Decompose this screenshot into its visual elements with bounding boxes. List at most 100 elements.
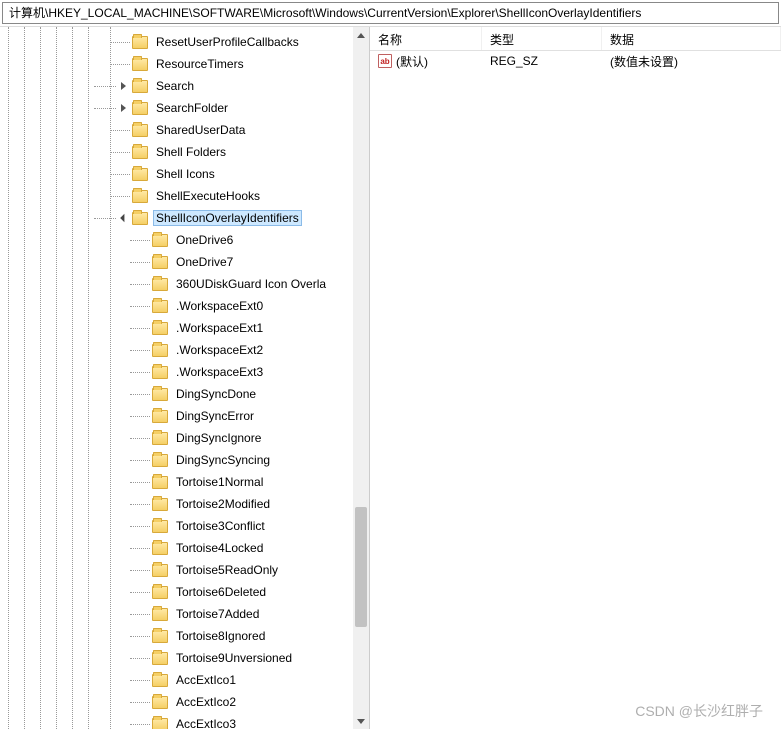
folder-icon <box>152 520 168 533</box>
tree-item-label: Shell Icons <box>153 166 218 182</box>
folder-icon <box>132 168 148 181</box>
expander-placeholder <box>136 717 150 729</box>
tree-item[interactable]: Tortoise8Ignored <box>0 625 353 647</box>
folder-icon <box>152 234 168 247</box>
folder-icon <box>152 542 168 555</box>
main-split: ResetUserProfileCallbacks ResourceTimers S… <box>0 26 781 729</box>
folder-icon <box>152 344 168 357</box>
tree-item-label: DingSyncDone <box>173 386 259 402</box>
tree-item[interactable]: Tortoise1Normal <box>0 471 353 493</box>
tree-item[interactable]: ResetUserProfileCallbacks <box>0 31 353 53</box>
tree-item-label: .WorkspaceExt3 <box>173 364 266 380</box>
value-data: (数值未设置) <box>610 55 678 69</box>
tree-item-label: AccExtIco3 <box>173 716 239 729</box>
tree-item-label: Shell Folders <box>153 144 229 160</box>
folder-icon <box>132 124 148 137</box>
tree-item-label: Tortoise8Ignored <box>173 628 268 644</box>
tree-item[interactable]: .WorkspaceExt0 <box>0 295 353 317</box>
tree-item[interactable]: 360UDiskGuard Icon Overla <box>0 273 353 295</box>
col-header-name[interactable]: 名称 <box>370 27 482 50</box>
folder-icon <box>132 190 148 203</box>
col-header-type[interactable]: 类型 <box>482 27 602 50</box>
tree-item[interactable]: AccExtIco1 <box>0 669 353 691</box>
tree-item[interactable]: OneDrive7 <box>0 251 353 273</box>
folder-icon <box>152 300 168 313</box>
chevron-right-icon[interactable] <box>116 101 130 115</box>
folder-icon <box>132 80 148 93</box>
folder-icon <box>152 388 168 401</box>
tree-item-label: SearchFolder <box>153 100 231 116</box>
tree-item[interactable]: Tortoise9Unversioned <box>0 647 353 669</box>
folder-icon <box>152 476 168 489</box>
tree-item[interactable]: Tortoise2Modified <box>0 493 353 515</box>
tree-item[interactable]: Tortoise4Locked <box>0 537 353 559</box>
tree-item[interactable]: AccExtIco2 <box>0 691 353 713</box>
tree-item[interactable]: ShellExecuteHooks <box>0 185 353 207</box>
tree-item[interactable]: SharedUserData <box>0 119 353 141</box>
folder-icon <box>152 718 168 730</box>
folder-icon <box>152 322 168 335</box>
tree-item[interactable]: Search <box>0 75 353 97</box>
chevron-down-icon[interactable] <box>116 211 130 225</box>
tree-item-label: Tortoise5ReadOnly <box>173 562 281 578</box>
folder-icon <box>152 696 168 709</box>
tree-item[interactable]: ResourceTimers <box>0 53 353 75</box>
folder-icon <box>152 630 168 643</box>
col-header-data[interactable]: 数据 <box>602 27 781 50</box>
folder-icon <box>152 410 168 423</box>
tree-item-label: Tortoise1Normal <box>173 474 266 490</box>
tree-item-label: OneDrive6 <box>173 232 236 248</box>
folder-icon <box>152 498 168 511</box>
folder-icon <box>152 454 168 467</box>
folder-icon <box>152 586 168 599</box>
tree-item[interactable]: DingSyncDone <box>0 383 353 405</box>
folder-icon <box>132 212 148 225</box>
list-header[interactable]: 名称 类型 数据 <box>370 27 781 51</box>
folder-icon <box>152 366 168 379</box>
tree-item[interactable]: Tortoise5ReadOnly <box>0 559 353 581</box>
tree-item[interactable]: SearchFolder <box>0 97 353 119</box>
reg-string-icon: ab <box>378 54 392 68</box>
value-name: (默认) <box>396 53 428 70</box>
value-row[interactable]: ab (默认) REG_SZ (数值未设置) <box>370 51 781 71</box>
folder-icon <box>152 652 168 665</box>
tree-pane[interactable]: ResetUserProfileCallbacks ResourceTimers S… <box>0 27 370 729</box>
tree-item-label: .WorkspaceExt1 <box>173 320 266 336</box>
tree-item[interactable]: .WorkspaceExt3 <box>0 361 353 383</box>
tree-item-label: Search <box>153 78 197 94</box>
tree-item-label: DingSyncError <box>173 408 257 424</box>
tree-item[interactable]: .WorkspaceExt2 <box>0 339 353 361</box>
tree-item[interactable]: Tortoise3Conflict <box>0 515 353 537</box>
tree-item[interactable]: AccExtIco3 <box>0 713 353 729</box>
tree-item-label: Tortoise4Locked <box>173 540 266 556</box>
scroll-down-button[interactable] <box>353 713 369 729</box>
tree-item[interactable]: Shell Folders <box>0 141 353 163</box>
value-type: REG_SZ <box>490 54 538 68</box>
tree-item[interactable]: Shell Icons <box>0 163 353 185</box>
folder-icon <box>132 36 148 49</box>
tree-scrollbar[interactable] <box>353 27 369 729</box>
folder-icon <box>152 564 168 577</box>
tree-item[interactable]: Tortoise6Deleted <box>0 581 353 603</box>
tree-item[interactable]: DingSyncError <box>0 405 353 427</box>
tree-item-label: Tortoise9Unversioned <box>173 650 295 666</box>
tree-item-label: 360UDiskGuard Icon Overla <box>173 276 329 292</box>
tree-item-label: ResourceTimers <box>153 56 247 72</box>
scroll-up-button[interactable] <box>353 27 369 43</box>
values-pane[interactable]: 名称 类型 数据 ab (默认) REG_SZ (数值未设置) <box>370 27 781 729</box>
tree-item[interactable]: OneDrive6 <box>0 229 353 251</box>
tree-item-label: ShellIconOverlayIdentifiers <box>153 210 302 226</box>
tree-item-label: DingSyncSyncing <box>173 452 273 468</box>
tree-item[interactable]: DingSyncIgnore <box>0 427 353 449</box>
tree-item[interactable]: DingSyncSyncing <box>0 449 353 471</box>
folder-icon <box>152 256 168 269</box>
tree-item-label: AccExtIco1 <box>173 672 239 688</box>
tree-item[interactable]: Tortoise7Added <box>0 603 353 625</box>
chevron-right-icon[interactable] <box>116 79 130 93</box>
scroll-thumb[interactable] <box>355 507 367 627</box>
tree-item[interactable]: ShellIconOverlayIdentifiers <box>0 207 353 229</box>
tree-item[interactable]: .WorkspaceExt1 <box>0 317 353 339</box>
address-bar[interactable]: 计算机\HKEY_LOCAL_MACHINE\SOFTWARE\Microsof… <box>2 2 779 24</box>
folder-icon <box>132 58 148 71</box>
registry-path: 计算机\HKEY_LOCAL_MACHINE\SOFTWARE\Microsof… <box>9 6 641 20</box>
